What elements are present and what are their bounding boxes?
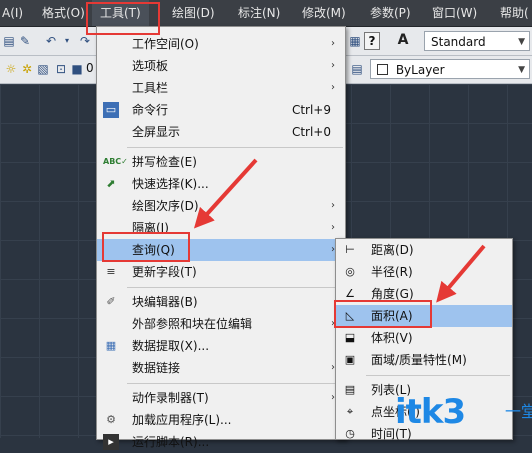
- watermark-logo: itk3 一堂课: [395, 392, 532, 432]
- watermark-main-text: itk3: [395, 392, 466, 432]
- watermark-side-text: 一堂课: [505, 402, 532, 421]
- arrow-to-area-icon: [436, 244, 486, 303]
- arrow-to-inquiry-icon: [193, 158, 258, 229]
- annotation-arrows: [193, 158, 486, 303]
